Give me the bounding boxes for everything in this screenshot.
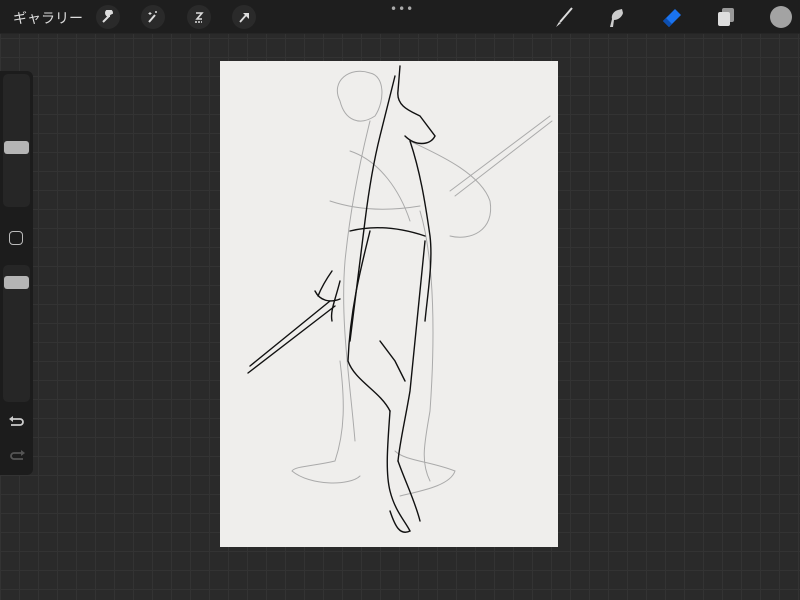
brush-size-slider[interactable] — [3, 74, 30, 207]
brush-icon[interactable] — [552, 5, 576, 29]
selection-icon[interactable] — [187, 5, 211, 29]
magic-wand-icon[interactable] — [141, 5, 165, 29]
undo-icon[interactable] — [7, 414, 27, 430]
sketch-artwork — [247, 65, 553, 533]
opacity-thumb[interactable] — [4, 276, 29, 290]
eraser-icon[interactable] — [660, 5, 684, 29]
smudge-icon[interactable] — [604, 5, 628, 29]
left-sidebar — [0, 71, 33, 475]
more-actions-button[interactable]: ••• — [390, 2, 414, 16]
drawing-canvas[interactable] — [220, 61, 558, 547]
wrench-icon[interactable] — [96, 5, 120, 29]
gallery-button[interactable]: ギャラリー — [13, 8, 83, 28]
transform-arrow-icon[interactable] — [232, 5, 256, 29]
modify-button[interactable] — [9, 231, 23, 245]
brush-size-thumb[interactable] — [4, 141, 29, 155]
color-picker-button[interactable] — [770, 6, 792, 28]
layers-icon[interactable] — [714, 5, 738, 29]
redo-icon[interactable] — [7, 448, 27, 464]
opacity-slider[interactable] — [3, 265, 30, 402]
top-toolbar: ギャラリー ••• — [0, 0, 800, 34]
